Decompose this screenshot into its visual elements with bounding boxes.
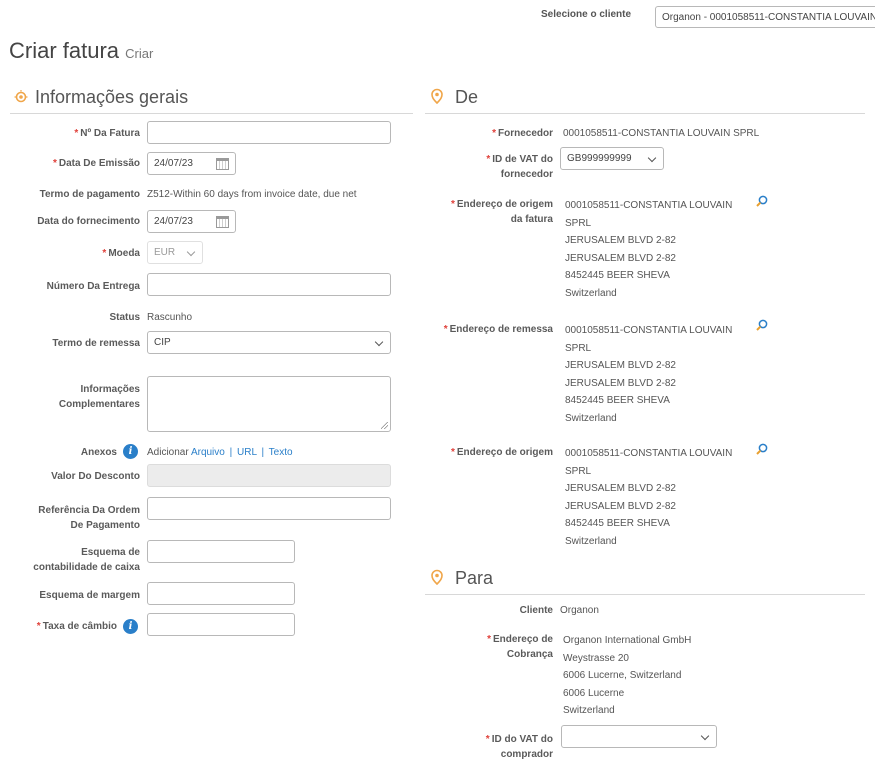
search-icon[interactable] — [756, 443, 768, 455]
search-icon[interactable] — [756, 319, 768, 331]
exchange-rate-input[interactable] — [147, 613, 295, 636]
complementary-info-textarea[interactable] — [147, 376, 391, 432]
supply-date-label: Data do fornecimento — [37, 216, 140, 227]
payment-term-value: Z512-Within 60 days from invoice date, d… — [147, 189, 357, 200]
discount-input — [147, 464, 391, 487]
delivery-number-input[interactable] — [147, 273, 391, 296]
shipping-address: 0001058511-CONSTANTIA LOUVAIN SPRL JERUS… — [565, 325, 733, 424]
from-section-divider — [425, 113, 865, 114]
issue-date-input[interactable]: 24/07/23 — [147, 152, 236, 175]
currency-select[interactable]: EUR — [147, 241, 203, 264]
lightbulb-icon — [431, 569, 443, 585]
add-text-link[interactable]: Texto — [269, 447, 293, 458]
currency-value: EUR — [154, 247, 176, 258]
origin-address: 0001058511-CONSTANTIA LOUVAIN SPRL JERUS… — [565, 448, 733, 547]
exchange-rate-label: * Taxa de câmbio — [36, 621, 117, 632]
invoice-number-input[interactable] — [147, 121, 391, 144]
supply-date-input[interactable]: 24/07/23 — [147, 210, 236, 233]
issue-date-value: 24/07/23 — [154, 158, 193, 169]
supplier-vat-label: * ID de VAT do fornecedor — [486, 154, 553, 180]
supply-date-value: 24/07/23 — [154, 216, 193, 227]
to-section-title: Para — [455, 568, 494, 588]
attachments-add-text: Adicionar — [147, 447, 189, 458]
select-client-label: Selecione o cliente — [541, 9, 632, 20]
add-url-link[interactable]: URL — [237, 447, 257, 458]
attachments-label: Anexos — [80, 447, 117, 458]
billing-address-label: * Endereço de Cobrança — [487, 634, 553, 660]
invoice-origin-address-label: * Endereço de origem da fatura — [450, 199, 553, 225]
delivery-number-label: Número Da Entrega — [46, 281, 140, 292]
client-value: Organon — [560, 605, 599, 616]
supplier-vat-value: GB999999999 — [567, 153, 632, 164]
issue-date-label: * Data De Emissão — [52, 158, 140, 169]
link-separator: | — [229, 447, 233, 458]
discount-label: Valor Do Desconto — [51, 471, 140, 482]
lightbulb-icon — [14, 90, 28, 103]
margin-scheme-input[interactable] — [147, 582, 295, 605]
payment-term-label: Termo de pagamento — [39, 189, 140, 200]
chevron-down-icon — [647, 153, 657, 163]
supplier-value: 0001058511-CONSTANTIA LOUVAIN SPRL — [563, 128, 760, 139]
chevron-down-icon — [700, 731, 710, 741]
page-title: Criar fatura Criar — [9, 38, 154, 63]
calendar-icon[interactable] — [216, 216, 229, 228]
status-label: Status — [109, 312, 140, 323]
shipping-term-value: CIP — [154, 337, 171, 348]
general-section-title: Informações gerais — [35, 87, 189, 107]
shipping-term-select[interactable]: CIP — [147, 331, 391, 354]
to-section-divider — [425, 594, 865, 595]
shipping-address-label: * Endereço de remessa — [443, 324, 553, 335]
add-file-link[interactable]: Arquivo — [191, 447, 225, 458]
invoice-origin-address: 0001058511-CONSTANTIA LOUVAIN SPRL JERUS… — [565, 200, 733, 299]
search-icon[interactable] — [756, 195, 768, 207]
chevron-down-icon — [374, 337, 384, 347]
origin-address-label: * Endereço de origem — [450, 447, 553, 458]
invoice-number-label: * Nº Da Fatura — [74, 128, 140, 139]
page-subtitle: Criar — [125, 46, 154, 61]
attachments-links: Adicionar Arquivo | URL | Texto — [147, 445, 293, 460]
margin-scheme-label: Esquema de margem — [39, 590, 140, 601]
cash-accounting-input[interactable] — [147, 540, 295, 563]
billing-address: Organon International GmbH Weystrasse 20… — [563, 635, 692, 716]
link-separator: | — [261, 447, 265, 458]
resize-handle[interactable] — [381, 422, 388, 429]
cash-accounting-label: Esquema de contabilidade de caixa — [33, 547, 140, 573]
info-icon[interactable]: i — [123, 444, 138, 459]
supplier-label: * Fornecedor — [492, 128, 553, 139]
buyer-vat-label: * ID do VAT do comprador — [485, 734, 553, 759]
chevron-down-icon — [186, 247, 196, 257]
shipping-term-label: Termo de remessa — [52, 338, 140, 349]
complementary-info-label: Informações Complementares — [58, 384, 140, 410]
supplier-vat-select[interactable]: GB999999999 — [560, 147, 664, 170]
currency-label: * Moeda — [102, 248, 140, 259]
info-icon[interactable]: i — [123, 619, 138, 634]
status-value: Rascunho — [147, 312, 193, 323]
client-label: Cliente — [519, 605, 553, 616]
general-section-divider — [10, 113, 413, 114]
lightbulb-icon — [431, 88, 443, 104]
client-select[interactable]: Organon - 0001058511-CONSTANTIA LOUVAIN … — [655, 6, 875, 28]
buyer-vat-select[interactable] — [561, 725, 717, 748]
calendar-icon[interactable] — [216, 158, 229, 170]
client-select-value: Organon - 0001058511-CONSTANTIA LOUVAIN … — [662, 12, 875, 23]
payment-order-label: Referência Da Ordem De Pagamento — [38, 505, 140, 531]
from-section-title: De — [455, 87, 479, 107]
payment-order-input[interactable] — [147, 497, 391, 520]
